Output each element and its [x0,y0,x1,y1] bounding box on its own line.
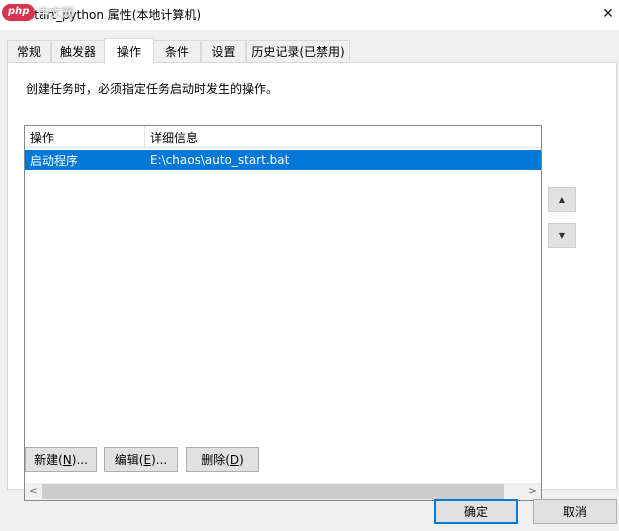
tab-general[interactable]: 常规 [7,40,51,62]
button-label: 删除( [201,453,230,467]
tab-label: 常规 [16,45,41,59]
button-label-suffix: )... [151,452,168,467]
row-action-cell: 启动程序 [30,153,79,168]
tab-conditions[interactable]: 条件 [153,40,201,62]
title-bar: php 中文网 start_python 属性(本地计算机) ✕ [0,0,619,30]
arrow-down-icon: ▼ [558,231,566,240]
move-up-button[interactable]: ▲ [548,187,576,212]
actions-description: 创建任务时，必须指定任务启动时发生的操作。 [26,82,279,96]
accelerator-key: E [143,452,152,467]
button-label: 编辑( [114,453,144,467]
tab-label: 触发器 [59,45,96,59]
actions-panel: 创建任务时，必须指定任务启动时发生的操作。 操作 详细信息 启动程序 E:\ch… [7,62,617,501]
ok-button[interactable]: 确定 [434,499,518,524]
table-row[interactable]: 启动程序 E:\chaos\auto_start.bat [25,150,541,170]
row-details-cell: E:\chaos\auto_start.bat [150,153,290,167]
button-label-suffix: ) [239,452,244,467]
column-label: 操作 [30,130,55,145]
tab-label: 操作 [116,45,141,59]
watermark-logo: php 中文网 [2,2,73,23]
tab-actions[interactable]: 操作 [104,38,154,64]
column-header-details[interactable]: 详细信息 [145,126,541,148]
scroll-right-icon[interactable]: > [524,483,541,500]
cancel-button[interactable]: 取消 [533,499,617,524]
accelerator-key: D [229,452,240,467]
watermark-php-badge: php [2,4,36,21]
scroll-thumb[interactable] [42,484,504,499]
tab-history[interactable]: 历史记录(已禁用) [246,40,350,62]
tab-label: 条件 [164,45,189,59]
button-label: 取消 [562,505,587,519]
scroll-left-icon[interactable]: < [25,483,42,500]
button-label: 新建( [34,453,63,467]
accelerator-key: N [62,452,72,467]
delete-action-button[interactable]: 删除(D) [186,447,259,472]
edit-action-button[interactable]: 编辑(E)... [104,447,178,472]
move-down-button[interactable]: ▼ [548,223,576,248]
watermark-text: 中文网 [37,6,74,20]
tab-settings[interactable]: 设置 [201,40,246,62]
horizontal-scrollbar[interactable]: < > [25,483,541,500]
button-label-suffix: )... [71,452,88,467]
column-label: 详细信息 [150,130,199,145]
column-header-action[interactable]: 操作 [25,126,145,148]
tab-label: 设置 [211,45,236,59]
tab-strip: 常规 触发器 操作 条件 设置 历史记录(已禁用) [7,38,617,64]
button-label: 确定 [463,505,488,519]
tab-triggers[interactable]: 触发器 [51,40,105,62]
close-icon[interactable]: ✕ [598,4,618,24]
list-header: 操作 详细信息 [25,126,541,148]
tab-label: 历史记录(已禁用) [251,45,345,59]
arrow-up-icon: ▲ [558,195,566,204]
new-action-button[interactable]: 新建(N)... [25,447,97,472]
actions-list[interactable]: 操作 详细信息 启动程序 E:\chaos\auto_start.bat < > [24,125,542,501]
